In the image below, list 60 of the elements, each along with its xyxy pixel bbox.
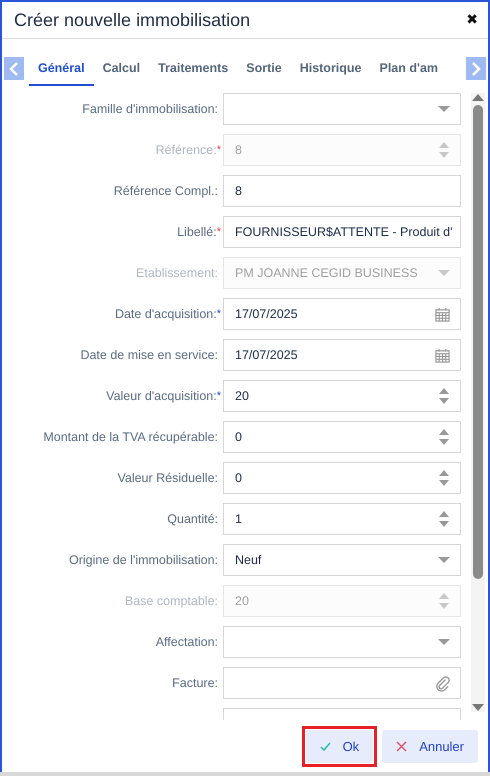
calendar-icon[interactable] — [435, 306, 450, 322]
field-label: Famille d'immobilisation: — [82, 102, 218, 116]
scroll-left-button[interactable] — [4, 57, 24, 80]
tab[interactable]: Plan d'am — [370, 51, 448, 86]
field-label: Montant de la TVA récupérable: — [43, 430, 218, 444]
scrollbar[interactable] — [471, 93, 485, 712]
field-label: Valeur d'acquisition: — [106, 389, 217, 403]
spinner-arrows-icon[interactable] — [438, 387, 450, 405]
tab[interactable]: Traitements — [149, 51, 238, 86]
spinner-arrows-icon[interactable] — [438, 469, 450, 487]
field-label: Facture: — [172, 676, 218, 690]
field-label: Date d'acquisition: — [114, 307, 217, 321]
input-field[interactable] — [223, 626, 461, 658]
dropdown-caret-icon[interactable] — [438, 106, 450, 112]
window-title: Créer nouvelle immobilisation — [14, 10, 250, 30]
field-label: Libellé: — [177, 225, 217, 239]
cancel-button[interactable]: Annuler — [382, 730, 478, 763]
input-field[interactable]: 20 — [223, 380, 461, 412]
scroll-up-icon[interactable] — [472, 93, 484, 101]
field-label: Valeur Résiduelle: — [117, 471, 218, 485]
input-field[interactable] — [223, 93, 461, 125]
input-field[interactable]: 0 — [223, 462, 461, 494]
scroll-down-icon[interactable] — [472, 704, 484, 712]
input-field[interactable]: 0 — [223, 421, 461, 453]
field-label: Date de mise en service: — [80, 348, 218, 362]
field-label: Quantité: — [167, 512, 218, 526]
spinner-arrows-icon[interactable] — [438, 428, 450, 446]
calendar-icon[interactable] — [435, 348, 450, 362]
field-label: Origine de l'immobilisation: — [69, 553, 218, 567]
input-field[interactable]: Neuf — [223, 544, 461, 576]
field-label: Référence Compl.: — [114, 184, 218, 198]
field-label: Affectation: — [156, 635, 218, 649]
field-label: Référence: — [156, 143, 217, 157]
field-label: Etablissement: — [136, 266, 218, 280]
required-marker: * — [216, 390, 221, 402]
checkmark-icon — [320, 741, 331, 752]
tab[interactable]: Historique — [290, 51, 370, 86]
required-marker: * — [216, 144, 221, 156]
input-field[interactable]: 17/07/2025 — [223, 298, 461, 330]
input-field[interactable]: FOURNISSEUR$ATTENTE - Produit d' — [223, 216, 461, 248]
input-field[interactable]: 8 — [223, 175, 461, 207]
chevron-left-icon — [9, 62, 19, 76]
tab[interactable]: Sortie — [237, 51, 291, 86]
tab[interactable]: Calcul — [94, 51, 150, 86]
required-marker: * — [216, 308, 221, 320]
input-field[interactable]: 1 — [223, 503, 461, 535]
close-button[interactable]: ✖ — [466, 12, 478, 28]
ok-button[interactable]: Ok — [306, 730, 374, 763]
cross-icon — [396, 741, 408, 752]
dropdown-caret-icon[interactable] — [438, 557, 450, 563]
field-label: Base comptable: — [124, 594, 218, 608]
input-field[interactable] — [223, 667, 461, 699]
dropdown-caret-icon[interactable] — [438, 639, 450, 645]
input-field[interactable]: 17/07/2025 — [223, 339, 461, 371]
paperclip-icon[interactable] — [435, 674, 450, 692]
chevron-right-icon — [471, 62, 481, 76]
spinner-arrows-icon[interactable] — [438, 510, 450, 528]
scroll-right-button[interactable] — [466, 57, 486, 80]
tab[interactable]: Général — [29, 51, 94, 86]
required-marker: * — [216, 226, 221, 238]
